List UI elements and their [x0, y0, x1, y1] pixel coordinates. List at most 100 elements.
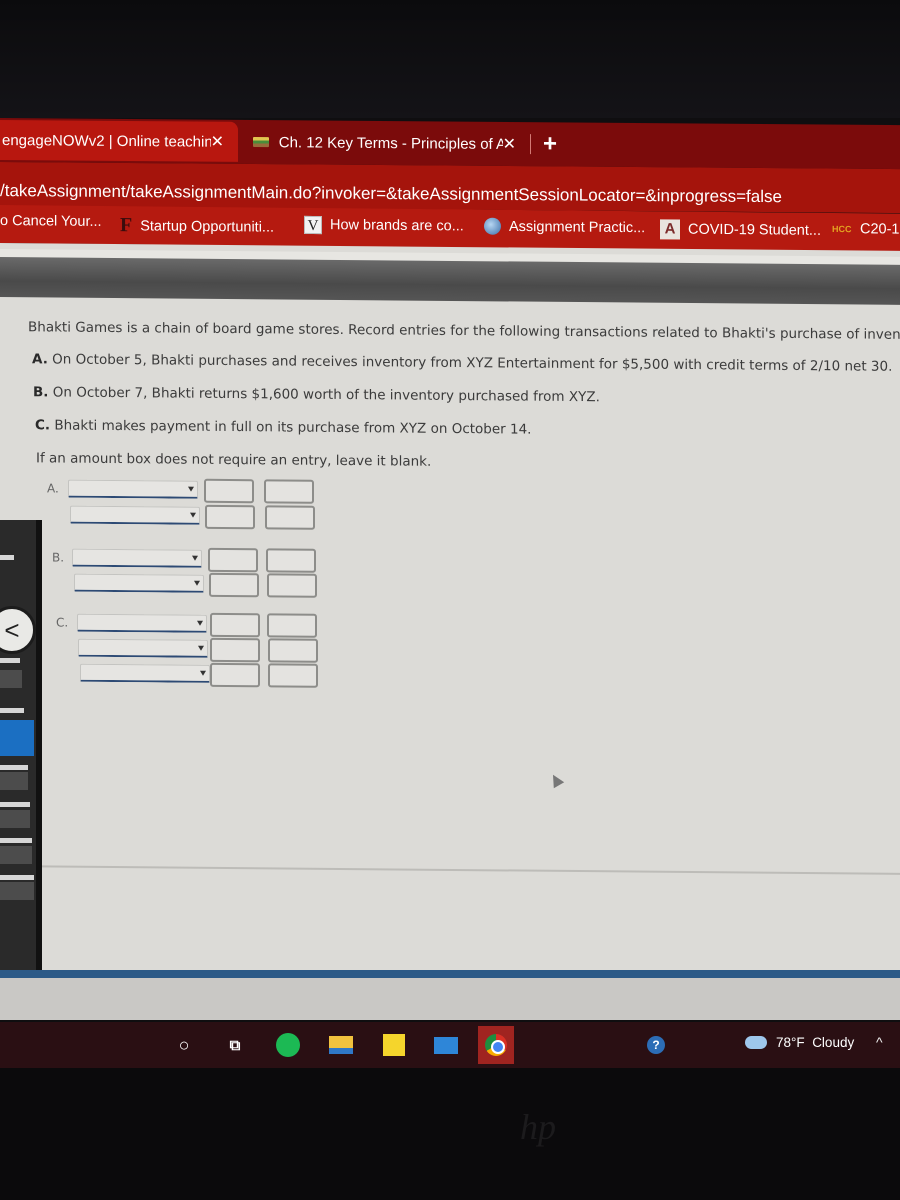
stripe: [0, 802, 30, 807]
bookmark-c20[interactable]: HCC C20-12: [832, 221, 900, 238]
search-button[interactable]: ○: [171, 1032, 197, 1058]
stripe: [0, 810, 30, 828]
url-text[interactable]: /takeAssignment/takeAssignmentMain.do?in…: [0, 181, 782, 207]
window-bottom-border: [0, 970, 900, 978]
transaction-a: A. On October 5, Bhakti purchases and re…: [32, 351, 892, 375]
new-tab-button[interactable]: +: [543, 130, 557, 158]
window-bottom-area: [0, 978, 900, 1020]
bookmark-startup[interactable]: F Startup Opportuniti...: [120, 214, 274, 238]
spotify-button[interactable]: [275, 1032, 301, 1058]
bookmark-label: COVID-19 Student...: [688, 221, 821, 239]
weather-widget[interactable]: 78°F Cloudy: [745, 1035, 854, 1050]
account-select[interactable]: [68, 479, 198, 499]
monitor-bezel-bottom: hp: [0, 1068, 900, 1200]
dropdown-arrow-icon: [198, 645, 204, 651]
debit-input[interactable]: [209, 572, 259, 598]
tray-overflow-icon[interactable]: ^: [876, 1034, 883, 1050]
task-view-button[interactable]: ⧉: [222, 1032, 248, 1058]
bookmark-label: Assignment Practic...: [509, 218, 646, 236]
item-letter: B.: [33, 384, 49, 401]
stripe: [0, 882, 34, 900]
item-text: On October 7, Bhakti returns $1,600 wort…: [52, 384, 600, 406]
credit-input[interactable]: [266, 548, 316, 573]
close-tab-icon[interactable]: ✕: [211, 132, 224, 152]
hcc-logo-icon: HCC: [832, 223, 852, 235]
item-letter: A.: [32, 351, 48, 368]
sticky-note-icon: [383, 1034, 405, 1056]
file-explorer-button[interactable]: [328, 1032, 354, 1058]
a-site-icon: A: [660, 219, 680, 240]
bookmark-brands[interactable]: V How brands are co...: [304, 215, 464, 236]
tab-key-terms[interactable]: Ch. 12 Key Terms - Principles of A ✕: [245, 122, 530, 164]
spotify-icon: [276, 1033, 300, 1057]
dropdown-arrow-icon: [194, 580, 200, 586]
stripe: [0, 838, 32, 843]
sticky-notes-button[interactable]: [381, 1032, 407, 1058]
debit-input[interactable]: [208, 547, 258, 573]
help-icon: ?: [647, 1036, 665, 1054]
assignment-header-bar: [0, 257, 900, 305]
hp-logo: hp: [520, 1107, 556, 1147]
close-tab-icon[interactable]: ✕: [503, 134, 516, 154]
stripe: [0, 846, 32, 864]
weather-condition: Cloudy: [812, 1035, 855, 1050]
bookmark-covid[interactable]: A COVID-19 Student...: [660, 219, 821, 241]
account-select[interactable]: [70, 505, 200, 525]
cloud-icon: [745, 1036, 767, 1049]
debit-input[interactable]: [210, 612, 260, 638]
dropdown-arrow-icon: [190, 512, 196, 518]
item-letter: C.: [35, 417, 51, 434]
credit-input[interactable]: [267, 613, 317, 638]
bookmark-label: C20-12: [860, 221, 900, 238]
dropdown-arrow-icon: [192, 555, 198, 561]
v-site-icon: V: [304, 215, 322, 235]
mail-button[interactable]: [433, 1032, 459, 1058]
globe-icon: [484, 217, 501, 235]
bookmark-label: o Cancel Your...: [0, 213, 102, 230]
book-icon: [253, 136, 269, 148]
debit-input[interactable]: [204, 478, 254, 504]
account-select[interactable]: [78, 638, 208, 658]
bookmark-cancel[interactable]: o Cancel Your...: [0, 213, 102, 230]
account-select[interactable]: [74, 573, 204, 593]
help-tray-button[interactable]: ?: [643, 1032, 669, 1058]
stripe: [0, 670, 22, 688]
stripe: [0, 658, 20, 663]
content-divider: [40, 865, 900, 875]
tab-separator: [530, 134, 531, 155]
credit-input[interactable]: [264, 479, 314, 504]
web-page: Bhakti Games is a chain of board game st…: [0, 243, 900, 986]
tab-strip: engageNOWv2 | Online teachin ✕ Ch. 12 Ke…: [0, 118, 900, 170]
debit-input[interactable]: [210, 662, 260, 688]
credit-input[interactable]: [268, 638, 318, 663]
credit-input[interactable]: [267, 573, 317, 598]
forbes-f-icon: F: [120, 214, 133, 237]
account-select[interactable]: [77, 613, 207, 633]
tab-title: engageNOWv2 | Online teachin: [2, 131, 211, 151]
chrome-icon: [485, 1034, 507, 1056]
credit-input[interactable]: [265, 505, 315, 530]
debit-input[interactable]: [210, 637, 260, 663]
folder-icon: [329, 1036, 353, 1054]
instruction-text: If an amount box does not require an ent…: [36, 450, 432, 470]
bookmark-label: How brands are co...: [330, 217, 464, 235]
dropdown-arrow-icon: [200, 670, 206, 676]
entry-label-c: C.: [56, 615, 69, 630]
search-circle-icon: ○: [178, 1034, 190, 1055]
credit-input[interactable]: [268, 663, 318, 688]
screen: engageNOWv2 | Online teachin ✕ Ch. 12 Ke…: [0, 0, 900, 1200]
problem-intro: Bhakti Games is a chain of board game st…: [28, 319, 900, 344]
tab-title: Ch. 12 Key Terms - Principles of A: [278, 133, 503, 153]
monitor-bezel-top: [0, 0, 900, 118]
task-view-icon: ⧉: [229, 1036, 241, 1054]
chrome-button[interactable]: [478, 1026, 514, 1064]
debit-input[interactable]: [205, 504, 255, 530]
stripe: [0, 708, 24, 713]
item-text: Bhakti makes payment in full on its purc…: [54, 417, 532, 438]
account-select[interactable]: [80, 663, 210, 683]
tab-cengage[interactable]: engageNOWv2 | Online teachin ✕: [0, 120, 238, 162]
account-select[interactable]: [72, 548, 202, 568]
stripe: [0, 765, 28, 770]
taskbar: ○ ⧉ ? 78°F Cloudy ^: [0, 1022, 900, 1068]
bookmark-assignment[interactable]: Assignment Practic...: [484, 217, 646, 237]
